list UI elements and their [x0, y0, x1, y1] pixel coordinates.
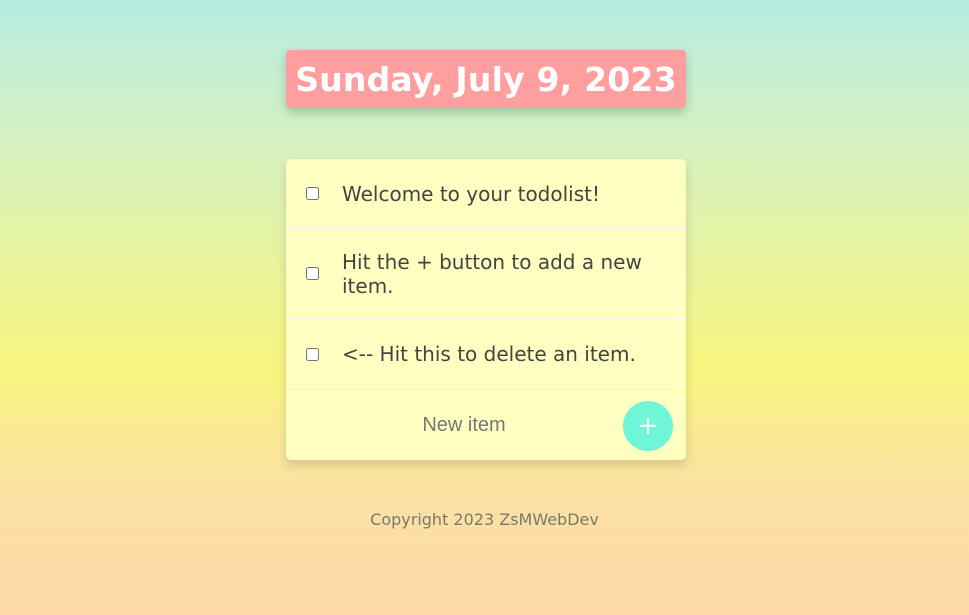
todo-item: Welcome to your todolist!	[286, 159, 686, 229]
delete-item-checkbox[interactable]	[306, 187, 319, 200]
todo-item-text: <-- Hit this to delete an item.	[342, 342, 636, 366]
new-item-input[interactable]	[286, 390, 642, 460]
add-item-button[interactable]: +	[623, 401, 673, 451]
delete-item-checkbox[interactable]	[306, 267, 319, 280]
copyright-text: Copyright 2023 ZsMWebDev	[370, 510, 599, 529]
todo-item-text: Welcome to your todolist!	[342, 181, 601, 206]
date-heading-box: Sunday, July 9, 2023	[286, 50, 686, 108]
todo-item-text: Hit the + button to add a new item.	[342, 249, 642, 298]
todo-item: <-- Hit this to delete an item.	[286, 319, 686, 390]
footer: Copyright 2023 ZsMWebDev	[0, 510, 969, 529]
date-heading: Sunday, July 9, 2023	[295, 59, 677, 99]
todo-item: Hit the + button to add a new item.	[286, 229, 686, 319]
todo-list-card: Welcome to your todolist! Hit the + butt…	[286, 159, 686, 460]
new-item-form: +	[286, 390, 686, 460]
plus-icon: +	[637, 411, 659, 441]
delete-item-checkbox[interactable]	[306, 347, 319, 361]
